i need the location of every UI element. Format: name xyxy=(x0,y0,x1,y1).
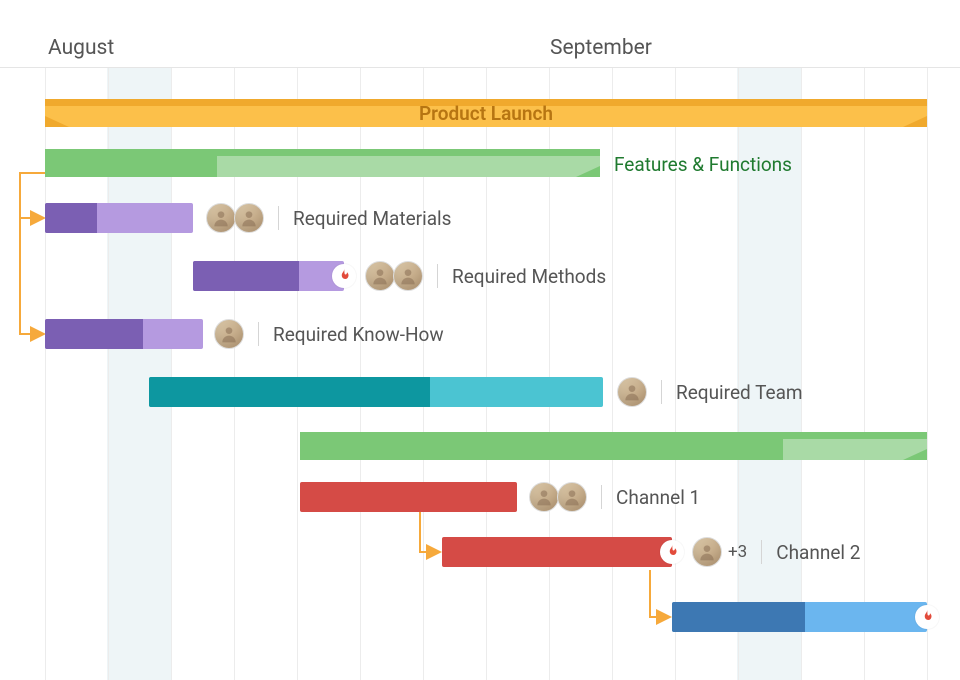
gridline xyxy=(864,68,865,680)
avatar[interactable] xyxy=(692,537,722,567)
person-icon xyxy=(219,324,239,344)
divider xyxy=(437,264,438,288)
person-icon xyxy=(370,266,390,286)
person-icon xyxy=(211,208,231,228)
divider xyxy=(601,485,602,509)
task-bar-required-knowhow[interactable] xyxy=(45,319,203,349)
task-text: Channel 2 xyxy=(776,541,860,564)
task-bar-channel-1[interactable] xyxy=(300,482,517,512)
task-bar-required-materials[interactable] xyxy=(45,203,193,233)
group-label: Product Launch xyxy=(45,99,927,127)
task-text: Features & Functions xyxy=(614,153,792,176)
person-icon xyxy=(398,266,418,286)
task-bar-channel-3[interactable] xyxy=(672,602,927,632)
gantt-canvas: August September xyxy=(0,0,960,680)
person-icon xyxy=(239,208,259,228)
divider xyxy=(661,380,662,404)
person-icon xyxy=(534,487,554,507)
group-bar-channels[interactable] xyxy=(300,432,927,460)
gridline xyxy=(801,68,802,680)
task-bar-required-methods[interactable] xyxy=(193,261,344,291)
person-icon xyxy=(562,487,582,507)
gridline xyxy=(612,68,613,680)
task-text: Required Materials xyxy=(293,207,451,230)
extra-assignees-badge[interactable]: +3 xyxy=(728,542,747,562)
avatar[interactable] xyxy=(234,203,264,233)
flame-icon xyxy=(915,605,939,629)
avatar[interactable] xyxy=(617,377,647,407)
avatar[interactable] xyxy=(393,261,423,291)
month-label-august: August xyxy=(48,36,114,60)
task-meta-required-team: Required Team xyxy=(617,376,803,408)
group-label-features: Features & Functions xyxy=(614,148,792,180)
task-bar-required-team[interactable] xyxy=(149,377,603,407)
month-label-september: September xyxy=(550,36,652,60)
divider xyxy=(278,206,279,230)
flame-icon xyxy=(332,264,356,288)
task-text: Required Team xyxy=(676,381,803,404)
task-meta-required-knowhow: Required Know-How xyxy=(214,318,444,350)
avatar[interactable] xyxy=(557,482,587,512)
task-bar-channel-2[interactable] xyxy=(442,537,672,567)
person-icon xyxy=(622,382,642,402)
task-meta-channel-1: Channel 1 xyxy=(529,481,700,513)
group-bar-features[interactable] xyxy=(45,149,600,177)
timeline-header: August September xyxy=(0,0,960,68)
avatar[interactable] xyxy=(214,319,244,349)
divider xyxy=(258,322,259,346)
task-text: Required Methods xyxy=(452,265,606,288)
avatar[interactable] xyxy=(529,482,559,512)
flame-icon xyxy=(660,540,684,564)
divider xyxy=(761,540,762,564)
avatar[interactable] xyxy=(206,203,236,233)
gridline xyxy=(927,68,928,680)
group-bar-product-launch[interactable]: Product Launch xyxy=(45,99,927,127)
task-meta-required-materials: Required Materials xyxy=(206,202,451,234)
task-text: Required Know-How xyxy=(273,323,444,346)
avatar[interactable] xyxy=(365,261,395,291)
task-meta-channel-2: +3 Channel 2 xyxy=(692,536,860,568)
task-text: Channel 1 xyxy=(616,486,700,509)
person-icon xyxy=(697,542,717,562)
task-meta-required-methods: Required Methods xyxy=(365,260,606,292)
